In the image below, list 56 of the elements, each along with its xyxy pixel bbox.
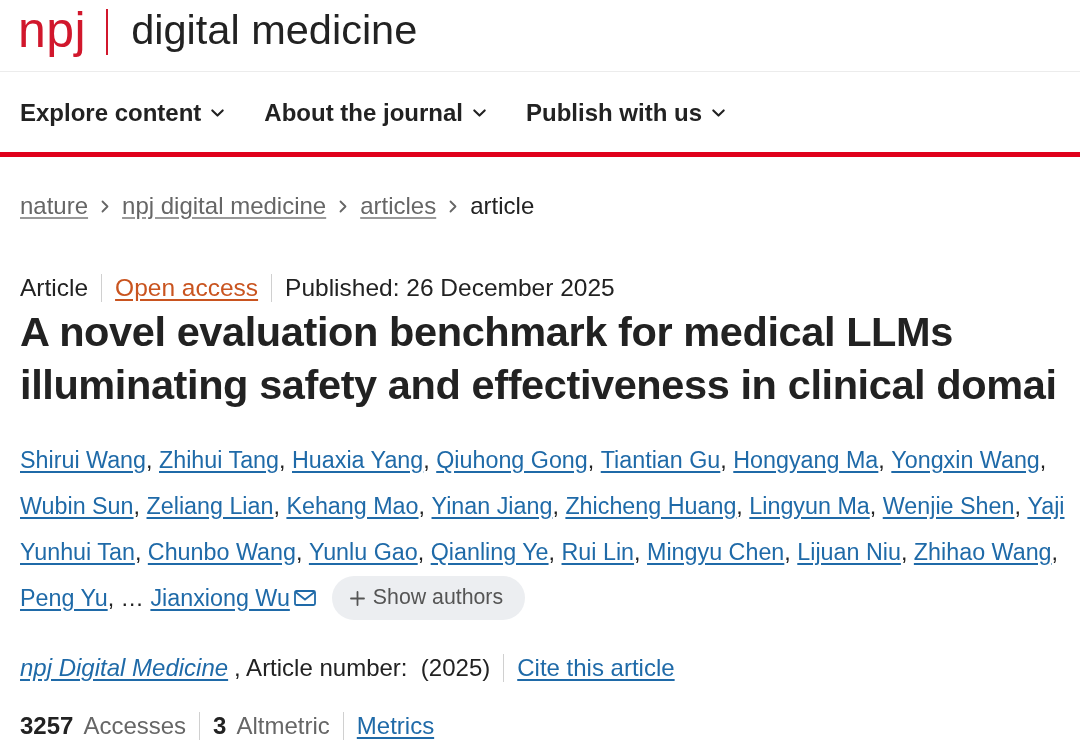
nav-menu-button[interactable]: Publish with us: [526, 95, 726, 131]
author-link[interactable]: Lijuan Niu: [797, 534, 901, 570]
breadcrumb-link[interactable]: npj digital medicine: [122, 188, 327, 224]
plus-icon: [349, 590, 365, 606]
author-list: Peng Yu, … Jianxiong Wu: [20, 575, 316, 621]
access-count: 3257: [20, 711, 74, 741]
author-link[interactable]: Wenjie Shen: [882, 488, 1015, 524]
breadcrumb-link[interactable]: articles: [360, 188, 437, 224]
author-list: Yunhui Tan, Chunbo Wang, Yunlu Gao, Qianling Ye, Rui Lin, Mingyu Chen, Lijuan Niu, Zhihao Wang,: [20, 529, 1080, 575]
breadcrumb-link[interactable]: nature: [20, 188, 89, 224]
access-label: Accesses: [83, 711, 187, 741]
author-link[interactable]: Qianling Ye: [430, 534, 549, 570]
author-link[interactable]: Mingyu Chen: [647, 534, 785, 570]
author-link[interactable]: Zhihui Tang: [159, 442, 280, 478]
nav-menu-button[interactable]: About the journal: [264, 95, 486, 131]
author-link[interactable]: Lingyun Ma: [749, 488, 870, 524]
breadcrumb-current: article: [470, 191, 535, 221]
author-link[interactable]: Yaji: [1027, 488, 1065, 524]
altmetric-score: 3: [213, 711, 227, 741]
author-link[interactable]: Qiuhong Gong: [436, 442, 588, 478]
author-link[interactable]: Shirui Wang: [20, 442, 147, 478]
chevron-right-icon: [101, 199, 110, 213]
author-link[interactable]: Hongyang Ma: [733, 442, 879, 478]
author-link[interactable]: Zhihao Wang: [913, 534, 1052, 570]
author-link[interactable]: Yunhui Tan: [20, 534, 135, 570]
mail-icon[interactable]: [293, 589, 316, 606]
article-type: Article: [20, 272, 89, 303]
author-link[interactable]: Wubin Sun: [20, 488, 134, 524]
nav-menu-button[interactable]: Explore content: [20, 95, 225, 131]
article-number-text: , Article number: (2025): [234, 653, 491, 683]
metrics-link[interactable]: Metrics: [356, 708, 435, 744]
altmetric-label: Altmetric: [236, 711, 330, 741]
author-link[interactable]: Huaxia Yang: [292, 442, 424, 478]
author-link[interactable]: Jianxiong Wu: [150, 580, 316, 616]
show-authors-button[interactable]: Show authors: [331, 576, 526, 620]
author-link[interactable]: Chunbo Wang: [147, 534, 296, 570]
author-link[interactable]: Zhicheng Huang: [565, 488, 737, 524]
chevron-right-icon: [449, 199, 458, 213]
author-link[interactable]: Rui Lin: [561, 534, 635, 570]
cite-article-link[interactable]: Cite this article: [517, 650, 675, 686]
open-access-link[interactable]: Open access: [115, 269, 259, 307]
logo-brand-text[interactable]: npj: [18, 4, 87, 55]
author-link[interactable]: Peng Yu: [20, 580, 108, 616]
article-title: A novel evaluation benchmark for medical LLMs illuminating safety and effectiveness in clinical domai: [19, 307, 1058, 410]
author-link[interactable]: Yongxin Wang: [891, 442, 1040, 478]
author-list: Shirui Wang, Zhihui Tang, Huaxia Yang, Qiuhong Gong, Tiantian Gu, Hongyang Ma, Yongxin Wang,: [20, 437, 1080, 483]
journal-link[interactable]: npj Digital Medicine: [20, 650, 229, 686]
publication-date: Published: 26 December 2025: [285, 272, 615, 303]
author-link[interactable]: Yinan Jiang: [431, 488, 553, 524]
author-link[interactable]: Kehang Mao: [286, 488, 419, 524]
author-link[interactable]: Tiantian Gu: [600, 442, 721, 478]
chevron-right-icon: [339, 199, 348, 213]
author-link[interactable]: Zeliang Lian: [146, 488, 274, 524]
author-link[interactable]: Yunlu Gao: [308, 534, 418, 570]
journal-name[interactable]: digital medicine: [131, 8, 418, 51]
author-list: Wubin Sun, Zeliang Lian, Kehang Mao, Yinan Jiang, Zhicheng Huang, Lingyun Ma, Wenjie Shen, Yaji: [20, 483, 1080, 529]
